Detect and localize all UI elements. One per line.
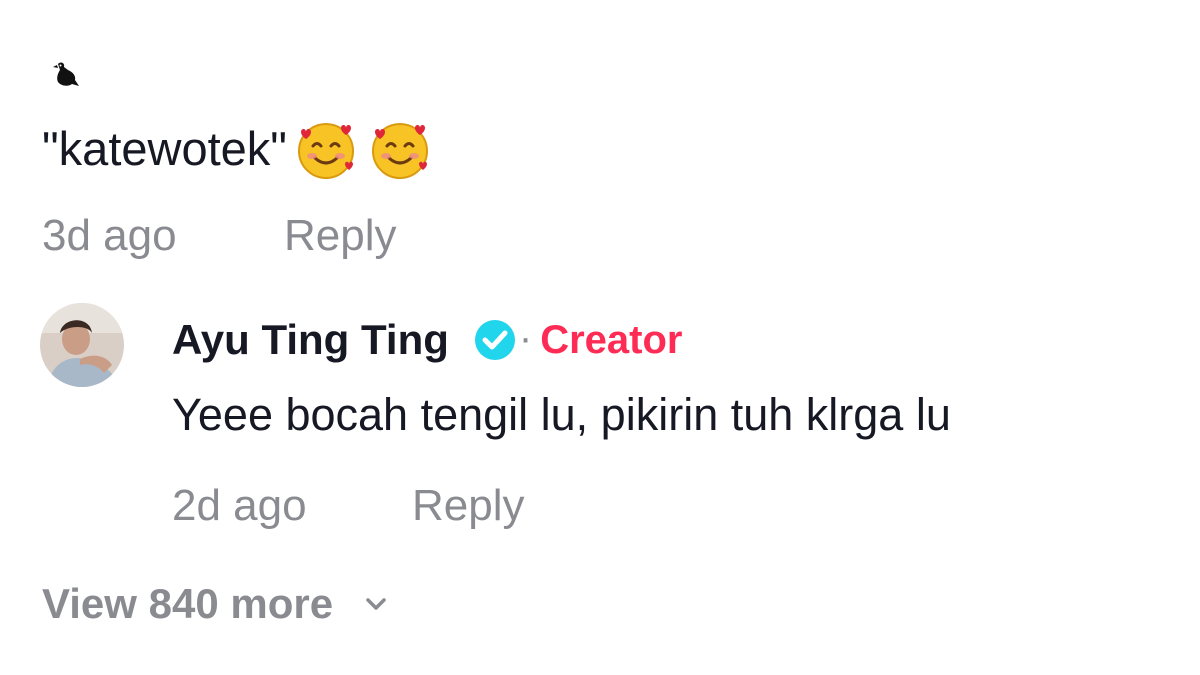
chevron-down-icon [366,598,386,610]
parent-reply-button[interactable]: Reply [284,208,397,264]
parent-comment-meta: 3d ago Reply [42,208,397,264]
reply-comment-header: Ayu Ting Ting · Creator [172,312,682,368]
smiling-face-with-hearts-icon [297,123,354,179]
verified-check-icon [474,320,515,360]
author-name[interactable]: Ayu Ting Ting [172,316,449,364]
reply-comment-text: Yeee bocah tengil lu, pikirin tuh klrga … [172,389,951,440]
avatar-image [40,303,124,387]
parent-comment-timestamp: 3d ago [42,211,177,260]
comment-thread: "katewotek" 3d ago Reply Ayu Ting Ting ·… [0,0,1200,675]
bird-icon [53,62,79,86]
reply-button[interactable]: Reply [412,478,525,534]
view-more-label: View 840 more [42,580,334,627]
reply-comment-timestamp: 2d ago [172,481,307,530]
smiling-face-with-hearts-icon [371,123,428,179]
creator-badge: Creator [540,317,683,362]
parent-comment-text: "katewotek" [42,122,287,175]
avatar[interactable] [40,303,124,387]
parent-comment-text-row: "katewotek" [42,116,441,182]
reply-comment-meta: 2d ago Reply [172,478,525,534]
view-more-replies-button[interactable]: View 840 more [42,576,391,632]
separator-dot: · [518,315,533,360]
